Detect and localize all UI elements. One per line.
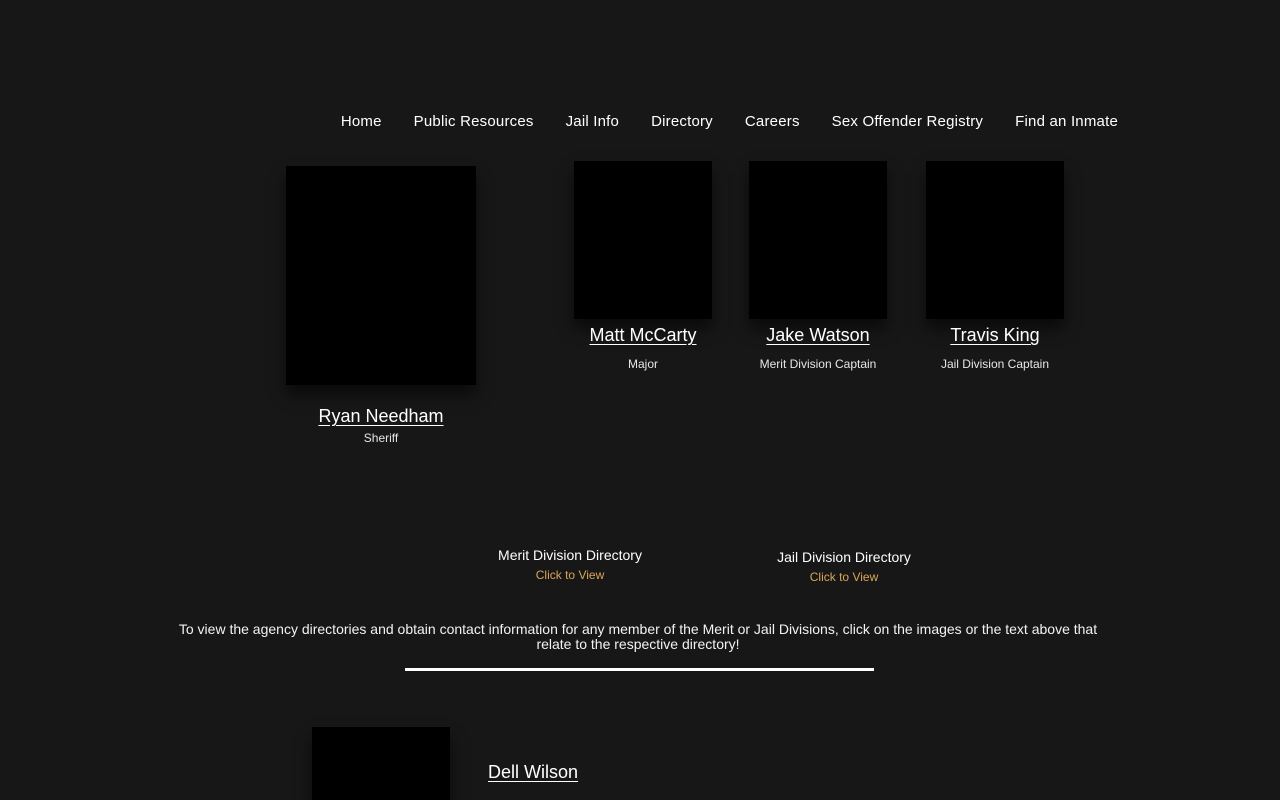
major-name-link[interactable]: Matt McCarty	[543, 325, 743, 346]
nav-directory[interactable]: Directory	[651, 113, 713, 130]
jail-captain-title: Jail Division Captain	[940, 357, 1050, 371]
jail-captain-name-link[interactable]: Travis King	[895, 325, 1095, 346]
jail-directory-title[interactable]: Jail Division Directory	[744, 549, 944, 565]
merit-captain-name-link[interactable]: Jake Watson	[718, 325, 918, 346]
sheriff-photo[interactable]	[286, 166, 476, 385]
merit-directory-link[interactable]: Click to View	[470, 568, 670, 582]
jail-directory-link[interactable]: Click to View	[744, 570, 944, 584]
dell-wilson-name-link[interactable]: Dell Wilson	[488, 762, 578, 783]
nav-home[interactable]: Home	[341, 113, 382, 130]
merit-captain-title: Merit Division Captain	[759, 357, 877, 371]
major-title: Major	[627, 357, 658, 371]
nav-public-resources[interactable]: Public Resources	[414, 113, 534, 130]
merit-directory-title[interactable]: Merit Division Directory	[470, 547, 670, 563]
merit-captain-photo[interactable]	[749, 161, 887, 319]
nav-jail-info[interactable]: Jail Info	[566, 113, 620, 130]
jail-captain-photo[interactable]	[926, 161, 1064, 319]
sheriff-name-link[interactable]: Ryan Needham	[281, 406, 481, 427]
section-divider	[405, 668, 874, 671]
page: Home Public Resources Jail Info Director…	[0, 0, 1280, 800]
dell-wilson-photo[interactable]	[312, 727, 450, 800]
major-photo[interactable]	[574, 161, 712, 319]
directory-instructions: To view the agency directories and obtai…	[178, 621, 1098, 652]
main-nav: Home Public Resources Jail Info Director…	[341, 113, 1118, 130]
nav-careers[interactable]: Careers	[745, 113, 800, 130]
nav-sex-offender-registry[interactable]: Sex Offender Registry	[832, 113, 984, 130]
sheriff-title: Sheriff	[363, 431, 399, 445]
nav-find-an-inmate[interactable]: Find an Inmate	[1015, 113, 1118, 130]
